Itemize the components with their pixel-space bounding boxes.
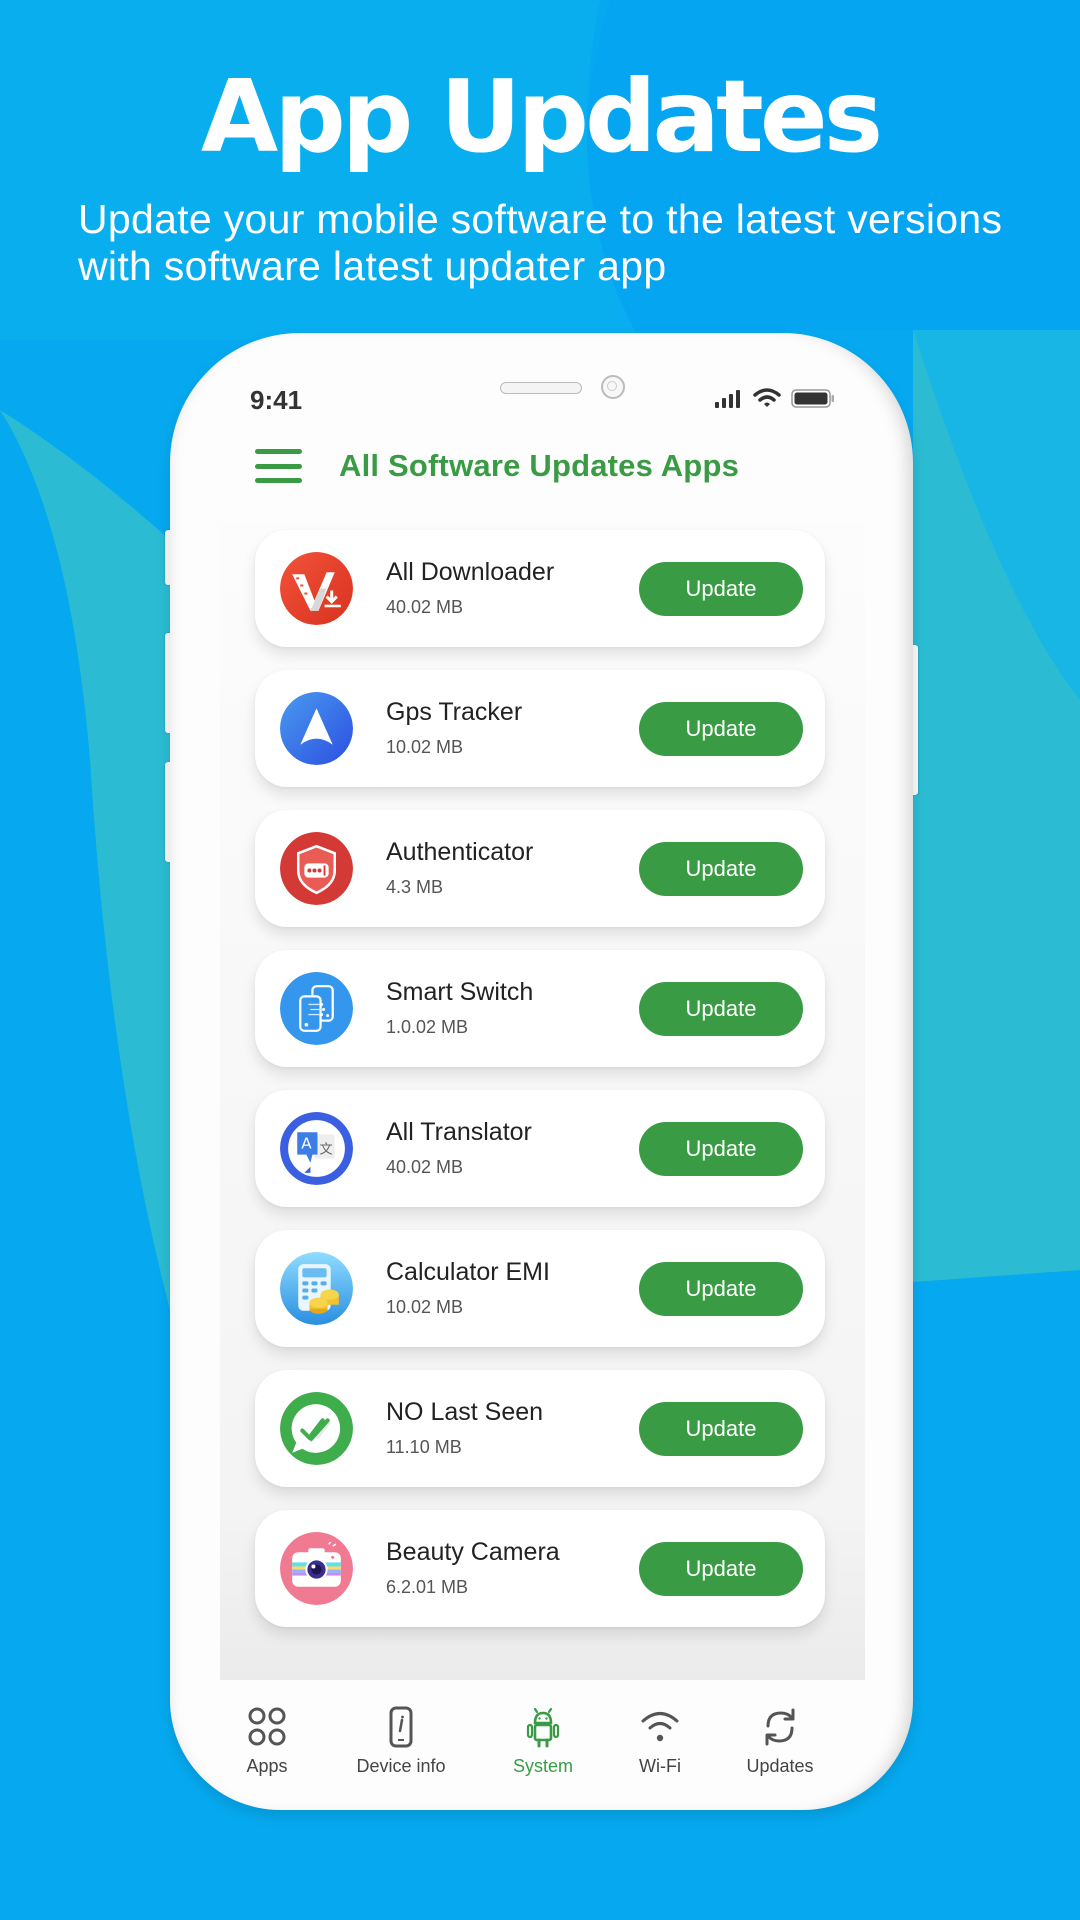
app-title: All Software Updates Apps (339, 448, 740, 483)
grid-icon (248, 1707, 286, 1746)
nav-label-device-info: Device info (356, 1756, 446, 1776)
refresh-icon (765, 1708, 795, 1746)
wifi-icon (753, 388, 781, 407)
app-bar: All Software Updates Apps (255, 441, 739, 491)
bottom-navigation: Apps Device info System Wi-Fi Updates (200, 1680, 883, 1790)
promo-headline: App Updates (200, 58, 883, 175)
app-list-item: Beauty Camera 6.2.01 MB Update (255, 1510, 825, 1627)
update-button[interactable]: Update (639, 562, 803, 616)
status-icons (715, 388, 835, 408)
app-list-item: NO Last Seen 11.10 MB Update (255, 1370, 825, 1487)
app-name: Authenticator (386, 838, 534, 866)
promo-subtitle: Update your mobile software to the lates… (78, 196, 1068, 290)
app-name: Beauty Camera (386, 1538, 560, 1566)
hamburger-menu-icon[interactable] (255, 449, 302, 483)
navigation-arrow-icon (280, 692, 353, 765)
app-list-item: Calculator EMI 10.02 MB Update (255, 1230, 825, 1347)
app-list-item: 文 A All Translator 40.02 MB Update (255, 1090, 825, 1207)
nav-label-wifi: Wi-Fi (639, 1756, 681, 1776)
app-size: 1.0.02 MB (386, 1017, 469, 1037)
update-button[interactable]: Update (639, 1402, 803, 1456)
phone-info-icon (389, 1706, 413, 1748)
app-name: All Downloader (386, 558, 555, 586)
phone-frame: 9:41 All Software Updates Apps All Downl… (170, 333, 913, 1810)
app-list-item: All Downloader 40.02 MB Update (255, 530, 825, 647)
app-size: 6.2.01 MB (386, 1577, 469, 1597)
app-list-item: Smart Switch 1.0.02 MB Update (255, 950, 825, 1067)
promo-subtitle-line-1: Update your mobile software to the lates… (78, 196, 1003, 242)
nav-item-device-info[interactable]: Device info (341, 1706, 461, 1777)
chat-double-check-icon (280, 1392, 353, 1465)
signal-icon (715, 390, 740, 408)
translate-icon: 文 A (280, 1112, 353, 1185)
update-button[interactable]: Update (639, 702, 803, 756)
nav-label-apps: Apps (246, 1756, 288, 1776)
svg-text:A: A (301, 1135, 312, 1153)
nav-label-updates: Updates (746, 1756, 814, 1776)
app-name: Smart Switch (386, 978, 534, 1006)
status-time: 9:41 (250, 385, 303, 415)
video-downloader-icon (280, 552, 353, 625)
shield-password-icon (280, 832, 353, 905)
nav-item-wifi[interactable]: Wi-Fi (600, 1706, 720, 1777)
battery-icon (791, 389, 834, 408)
app-size: 11.10 MB (386, 1437, 462, 1457)
app-size: 10.02 MB (386, 737, 464, 757)
update-button[interactable]: Update (639, 842, 803, 896)
phone-transfer-icon (280, 972, 353, 1045)
app-size: 40.02 MB (386, 1157, 464, 1177)
camera-icon (280, 1532, 353, 1605)
app-size: 10.02 MB (386, 1297, 464, 1317)
nav-item-updates[interactable]: Updates (720, 1706, 840, 1777)
update-button[interactable]: Update (639, 982, 803, 1036)
update-button[interactable]: Update (639, 1542, 803, 1596)
app-update-list: All Downloader 40.02 MB Update Gps Track… (255, 530, 825, 1650)
promo-subtitle-line-2: with software latest updater app (78, 243, 667, 289)
android-icon (526, 1707, 560, 1748)
svg-text:文: 文 (320, 1142, 333, 1158)
app-list-item: Authenticator 4.3 MB Update (255, 810, 825, 927)
nav-label-system: System (512, 1756, 573, 1776)
phone-speaker (500, 382, 582, 394)
app-name: Calculator EMI (386, 1258, 550, 1286)
nav-item-system[interactable]: System (483, 1706, 603, 1777)
wifi-icon (641, 1712, 679, 1742)
nav-item-apps[interactable]: Apps (207, 1706, 327, 1777)
update-button[interactable]: Update (639, 1122, 803, 1176)
app-name: Gps Tracker (386, 698, 523, 726)
app-name: All Translator (386, 1118, 532, 1146)
calculator-coins-icon (280, 1252, 353, 1325)
app-list-item: Gps Tracker 10.02 MB Update (255, 670, 825, 787)
app-size: 4.3 MB (386, 877, 444, 897)
phone-camera (601, 375, 625, 399)
app-name: NO Last Seen (386, 1398, 544, 1426)
app-size: 40.02 MB (386, 597, 464, 617)
update-button[interactable]: Update (639, 1262, 803, 1316)
